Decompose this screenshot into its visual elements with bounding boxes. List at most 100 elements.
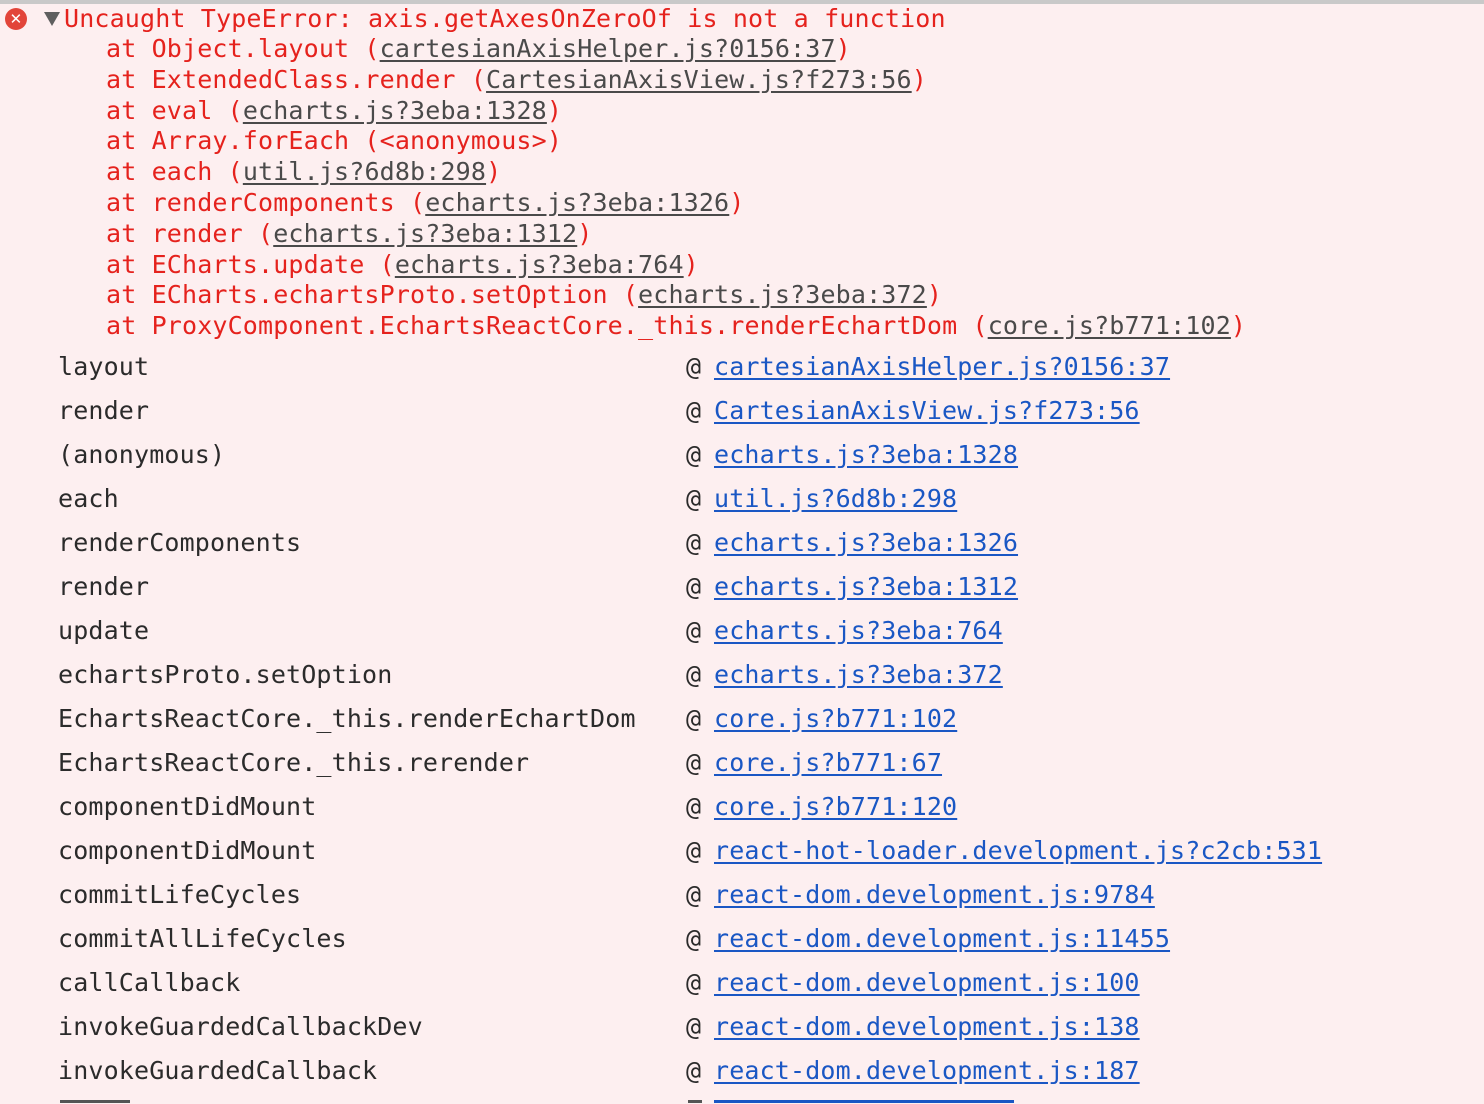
at-sign: @ — [686, 396, 702, 425]
stack-function-name: EchartsReactCore._this.renderEchartDom — [58, 704, 636, 733]
trace-line: at ECharts.update (echarts.js?3eba:764) — [106, 249, 699, 279]
stack-row: echartsProto.setOption @ echarts.js?3eba:3… — [58, 653, 1458, 697]
at-sign: @ — [686, 528, 702, 557]
trace-source-link[interactable]: core.js?b771:102 — [988, 311, 1231, 340]
stack-row: render @ CartesianAxisView.js?f273:56 — [58, 389, 1458, 433]
stack-row: (anonymous) @ echarts.js?3eba:1328 — [58, 433, 1458, 477]
at-sign: @ — [686, 484, 702, 513]
stack-row: commitLifeCycles @ react-dom.development.j… — [58, 873, 1458, 917]
trace-line: at eval (echarts.js?3eba:1328) — [106, 95, 563, 125]
trace-prefix: at Array.forEach — [106, 126, 365, 156]
stack-source-link[interactable]: core.js?b771:120 — [714, 785, 957, 829]
stack-source-link[interactable]: react-dom.development.js:9784 — [714, 873, 1155, 917]
at-sign: @ — [686, 572, 702, 601]
at-sign: @ — [686, 748, 702, 777]
error-message[interactable]: Uncaught TypeError: axis.getAxesOnZeroOf… — [64, 3, 946, 34]
stack-function-name: commitAllLifeCycles — [58, 924, 347, 953]
trace-line: at ExtendedClass.render (CartesianAxisVi… — [106, 64, 927, 94]
trace-prefix: at ECharts.echartsProto.setOption — [106, 280, 623, 310]
stack-source-link[interactable]: core.js?b771:67 — [714, 741, 942, 785]
stack-source-link[interactable]: util.js?6d8b:298 — [714, 477, 957, 521]
stack-function-name: render — [58, 572, 150, 601]
trace-source-link[interactable]: echarts.js?3eba:1312 — [273, 219, 577, 248]
stack-source-link[interactable]: react-dom.development.js:100 — [714, 961, 1140, 1005]
stack-function-name: invokeGuardedCallbackDev — [58, 1012, 423, 1041]
stack-function-name: each — [58, 484, 119, 513]
stack-source-link[interactable]: echarts.js?3eba:1328 — [714, 433, 1018, 477]
trace-source-link[interactable]: cartesianAxisHelper.js?0156:37 — [380, 34, 836, 63]
trace-prefix: at Object.layout — [106, 34, 365, 63]
at-sign: @ — [686, 1012, 702, 1041]
trace-prefix: at each — [106, 157, 228, 187]
stack-source-link[interactable]: core.js?b771:102 — [714, 697, 957, 741]
stack-source-link[interactable]: react-dom.development.js:187 — [714, 1049, 1140, 1093]
stack-row: callCallback @ react-dom.development.js:10… — [58, 961, 1458, 1005]
stack-function-name: update — [58, 616, 150, 645]
stack-function-name: render — [58, 396, 150, 425]
stack-source-link[interactable]: react-dom.development.js:11455 — [714, 917, 1170, 961]
trace-source-link[interactable]: echarts.js?3eba:1328 — [243, 96, 547, 125]
trace-prefix: at ECharts.update — [106, 249, 380, 279]
at-sign: @ — [686, 792, 702, 821]
stack-row: layout @ cartesianAxisHelper.js?0156:37 — [58, 345, 1458, 389]
stack-function-name: renderComponents — [58, 528, 302, 557]
stack-source-link[interactable]: echarts.js?3eba:764 — [714, 609, 1003, 653]
trace-source-link[interactable]: echarts.js?3eba:764 — [395, 250, 684, 279]
trace-prefix: at ProxyComponent.EchartsReactCore._this… — [106, 311, 973, 341]
at-sign: @ — [686, 352, 702, 381]
stack-function-name: layout — [58, 352, 150, 381]
trace-line: at Object.layout (cartesianAxisHelper.js… — [106, 34, 851, 63]
trace-source-link[interactable]: CartesianAxisView.js?f273:56 — [486, 65, 912, 94]
stack-source-link[interactable]: CartesianAxisView.js?f273:56 — [714, 389, 1140, 433]
stack-function-name: invokeGuardedCallback — [58, 1056, 378, 1085]
stack-row: commitAllLifeCycles @ react-dom.developmen… — [58, 917, 1458, 961]
at-sign: @ — [686, 836, 702, 865]
trace-line: at Array.forEach (<anonymous>) — [106, 126, 563, 156]
stack-function-name: echartsProto.setOption — [58, 660, 393, 689]
stack-source-link[interactable]: echarts.js?3eba:1312 — [714, 565, 1018, 609]
at-sign: @ — [686, 704, 702, 733]
stack-function-name: callCallback — [58, 968, 241, 997]
stack-row: EchartsReactCore._this.rerender @ core.js?… — [58, 741, 1458, 785]
call-stack: layout @ cartesianAxisHelper.js?0156:37 ren… — [58, 345, 1458, 1093]
trace-line: at ECharts.echartsProto.setOption (echar… — [106, 280, 943, 310]
trace-line: at renderComponents (echarts.js?3eba:132… — [106, 187, 745, 217]
stack-function-name: componentDidMount — [58, 792, 317, 821]
stack-row: each @ util.js?6d8b:298 — [58, 477, 1458, 521]
error-circle-icon: ✕ — [5, 8, 27, 30]
trace-location: <anonymous> — [379, 126, 547, 156]
stack-source-link[interactable]: echarts.js?3eba:372 — [714, 653, 1003, 697]
trace-line: at render (echarts.js?3eba:1312) — [106, 218, 593, 248]
trace-prefix: at renderComponents — [106, 187, 411, 217]
stack-row: EchartsReactCore._this.renderEchartDom @ c… — [58, 697, 1458, 741]
stack-source-link[interactable]: cartesianAxisHelper.js?0156:37 — [714, 345, 1170, 389]
trace-prefix: at ExtendedClass.render — [106, 64, 471, 94]
stack-source-link[interactable]: react-dom.development.js:138 — [714, 1005, 1140, 1049]
trace-line: at each (util.js?6d8b:298) — [106, 157, 502, 187]
stack-function-name: componentDidMount — [58, 836, 317, 865]
stack-row: invokeGuardedCallback @ react-dom.developm… — [58, 1049, 1458, 1093]
trace-prefix: at eval — [106, 95, 228, 125]
stack-function-name: commitLifeCycles — [58, 880, 302, 909]
at-sign: @ — [686, 924, 702, 953]
trace-source-link[interactable]: echarts.js?3eba:372 — [638, 280, 927, 309]
at-sign: @ — [686, 440, 702, 469]
stack-row: render @ echarts.js?3eba:1312 — [58, 565, 1458, 609]
stack-source-link[interactable]: echarts.js?3eba:1326 — [714, 521, 1018, 565]
stack-row: invokeGuardedCallbackDev @ react-dom.devel… — [58, 1005, 1458, 1049]
error-trace: at Object.layout (cartesianAxisHelper.js… — [106, 34, 1246, 342]
devtools-console: ✕ Uncaught TypeError: axis.getAxesOnZero… — [0, 0, 1484, 1104]
expand-triangle-icon[interactable] — [44, 12, 60, 26]
trace-source-link[interactable]: echarts.js?3eba:1326 — [425, 188, 729, 217]
at-sign: @ — [686, 660, 702, 689]
at-sign: @ — [686, 880, 702, 909]
at-sign: @ — [686, 616, 702, 645]
stack-function-name: (anonymous) — [58, 440, 226, 469]
stack-row: update @ echarts.js?3eba:764 — [58, 609, 1458, 653]
stack-source-link[interactable]: react-hot-loader.development.js?c2cb:531 — [714, 829, 1322, 873]
cut-off-stack-row — [0, 1098, 1484, 1104]
stack-row: componentDidMount @ react-hot-loader.devel… — [58, 829, 1458, 873]
trace-source-link[interactable]: util.js?6d8b:298 — [243, 157, 486, 186]
stack-row: renderComponents @ echarts.js?3eba:1326 — [58, 521, 1458, 565]
trace-line: at ProxyComponent.EchartsReactCore._this… — [106, 311, 1247, 341]
